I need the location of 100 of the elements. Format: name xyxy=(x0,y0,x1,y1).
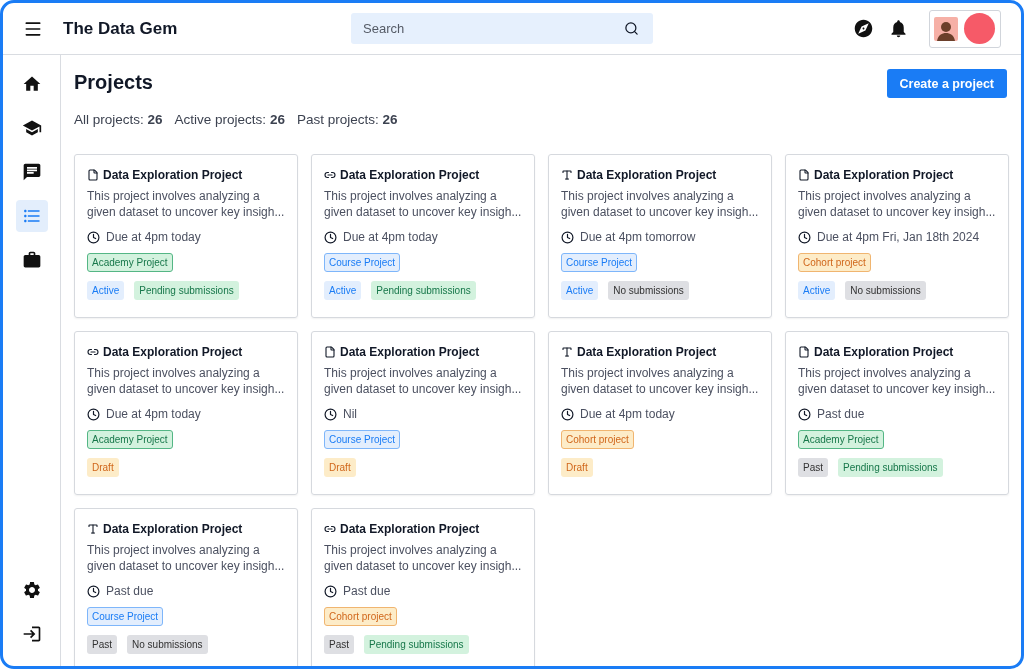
clock-icon xyxy=(561,407,574,421)
avatar-icon xyxy=(934,16,958,41)
due-date: Past due xyxy=(343,584,391,598)
profile-button[interactable] xyxy=(929,9,1001,48)
compass-button[interactable] xyxy=(853,18,874,39)
briefcase-icon xyxy=(21,250,42,270)
status-tag: No submissions xyxy=(845,281,926,300)
project-title: Data Exploration Project xyxy=(577,345,717,359)
project-count: Active projects: 26 xyxy=(174,112,285,127)
due-date: Due at 4pm today xyxy=(106,230,201,244)
due-date: Due at 4pm today xyxy=(580,407,675,421)
project-card[interactable]: Data Exploration Project This project involves analyzing a given dataset to uncover key insigh... Nil Course Project Draft xyxy=(311,331,535,495)
project-title: Data Exploration Project xyxy=(103,345,243,359)
project-type-tag: Course Project xyxy=(87,607,164,626)
project-description: This project involves analyzing a given dataset to uncover key insigh... xyxy=(798,188,996,220)
profile-circle xyxy=(964,13,995,44)
graduation-cap-icon xyxy=(21,118,42,138)
clock-icon xyxy=(798,407,811,421)
project-card[interactable]: Data Exploration Project This project involves analyzing a given dataset to uncover key insigh... Due at 4pm tomorrow Course Project Active No submissions xyxy=(548,154,772,318)
project-type-tag: Course Project xyxy=(561,253,638,272)
project-description: This project involves analyzing a given dataset to uncover key insigh... xyxy=(324,365,522,397)
search-icon xyxy=(624,21,639,36)
status-tag: Pending submissions xyxy=(371,281,476,300)
project-type-tag: Academy Project xyxy=(798,430,884,449)
status-tag: Draft xyxy=(87,458,119,477)
project-card[interactable]: Data Exploration Project This project involves analyzing a given dataset to uncover key insigh... Past due Academy Project Past Pending submissions xyxy=(785,331,1009,495)
project-description: This project involves analyzing a given dataset to uncover key insigh... xyxy=(324,542,522,574)
project-type-tag: Cohort project xyxy=(324,607,397,626)
status-tag: No submissions xyxy=(608,281,689,300)
project-title: Data Exploration Project xyxy=(103,168,243,182)
project-description: This project involves analyzing a given dataset to uncover key insigh... xyxy=(87,542,285,574)
app-title: The Data Gem xyxy=(63,18,179,39)
status-tag: Past xyxy=(324,635,354,654)
link-icon xyxy=(324,169,336,181)
project-description: This project involves analyzing a given dataset to uncover key insigh... xyxy=(324,188,522,220)
project-type-tag: Academy Project xyxy=(87,253,173,272)
project-title: Data Exploration Project xyxy=(103,522,243,536)
clock-icon xyxy=(324,407,337,421)
text-icon xyxy=(561,346,573,358)
project-title: Data Exploration Project xyxy=(340,522,480,536)
project-card[interactable]: Data Exploration Project This project involves analyzing a given dataset to uncover key insigh... Past due Cohort project Past Pending submissions xyxy=(311,508,535,666)
status-tag: Active xyxy=(798,281,836,300)
project-title: Data Exploration Project xyxy=(577,168,717,182)
file-icon xyxy=(87,169,99,181)
due-date: Due at 4pm today xyxy=(106,407,201,421)
status-tag: Pending submissions xyxy=(838,458,943,477)
clock-icon xyxy=(798,230,811,244)
due-date: Due at 4pm tomorrow xyxy=(580,230,696,244)
logout-icon xyxy=(21,624,42,644)
status-tag: Past xyxy=(87,635,117,654)
project-title: Data Exploration Project xyxy=(814,345,954,359)
page-title: Projects xyxy=(74,71,153,94)
link-icon xyxy=(324,523,336,535)
project-type-tag: Academy Project xyxy=(87,430,173,449)
clock-icon xyxy=(87,230,100,244)
project-description: This project involves analyzing a given dataset to uncover key insigh... xyxy=(798,365,996,397)
status-tag: Past xyxy=(798,458,828,477)
project-card[interactable]: Data Exploration Project This project involves analyzing a given dataset to uncover key insigh... Due at 4pm today Academy Project Active Pending submissions xyxy=(74,154,298,318)
status-tag: Draft xyxy=(324,458,356,477)
status-tag: No submissions xyxy=(127,635,208,654)
due-date: Due at 4pm today xyxy=(343,230,438,244)
project-description: This project involves analyzing a given dataset to uncover key insigh... xyxy=(87,188,285,220)
search-field[interactable]: Search xyxy=(351,13,653,44)
project-type-tag: Cohort project xyxy=(561,430,634,449)
file-icon xyxy=(798,346,810,358)
status-tag: Draft xyxy=(561,458,593,477)
text-icon xyxy=(87,523,99,535)
file-icon xyxy=(798,169,810,181)
project-count: Past projects: 26 xyxy=(296,112,398,127)
project-type-tag: Cohort project xyxy=(798,253,871,272)
clock-icon xyxy=(324,230,337,244)
project-description: This project involves analyzing a given dataset to uncover key insigh... xyxy=(561,188,759,220)
project-type-tag: Course Project xyxy=(324,253,401,272)
settings-icon xyxy=(21,580,42,600)
status-tag: Pending submissions xyxy=(134,281,239,300)
project-title: Data Exploration Project xyxy=(340,168,480,182)
clock-icon xyxy=(324,584,337,598)
text-icon xyxy=(561,169,573,181)
file-icon xyxy=(324,346,336,358)
status-tag: Active xyxy=(87,281,125,300)
home-icon xyxy=(21,74,42,94)
project-card[interactable]: Data Exploration Project This project involves analyzing a given dataset to uncover key insigh... Due at 4pm today Course Project Active Pending submissions xyxy=(311,154,535,318)
project-description: This project involves analyzing a given dataset to uncover key insigh... xyxy=(87,365,285,397)
project-card[interactable]: Data Exploration Project This project involves analyzing a given dataset to uncover key insigh... Due at 4pm today Academy Project Draft xyxy=(74,331,298,495)
project-card[interactable]: Data Exploration Project This project involves analyzing a given dataset to uncover key insigh... Past due Course Project Past No submissions xyxy=(74,508,298,666)
project-description: This project involves analyzing a given dataset to uncover key insigh... xyxy=(561,365,759,397)
project-title: Data Exploration Project xyxy=(814,168,954,182)
project-card[interactable]: Data Exploration Project This project involves analyzing a given dataset to uncover key insigh... Due at 4pm Fri, Jan 18th 2024 Cohort project Active No submissions xyxy=(785,154,1009,318)
project-count: All projects: 26 xyxy=(74,112,163,127)
project-card[interactable]: Data Exploration Project This project involves analyzing a given dataset to uncover key insigh... Due at 4pm today Cohort project Draft xyxy=(548,331,772,495)
clock-icon xyxy=(87,584,100,598)
due-date: Past due xyxy=(817,407,865,421)
due-date: Due at 4pm Fri, Jan 18th 2024 xyxy=(817,230,980,244)
clock-icon xyxy=(87,407,100,421)
create-project-button[interactable]: Create a project xyxy=(886,69,1007,98)
due-date: Nil xyxy=(343,407,357,421)
project-type-tag: Course Project xyxy=(324,430,401,449)
link-icon xyxy=(87,346,99,358)
project-title: Data Exploration Project xyxy=(340,345,480,359)
chat-icon xyxy=(21,162,42,182)
